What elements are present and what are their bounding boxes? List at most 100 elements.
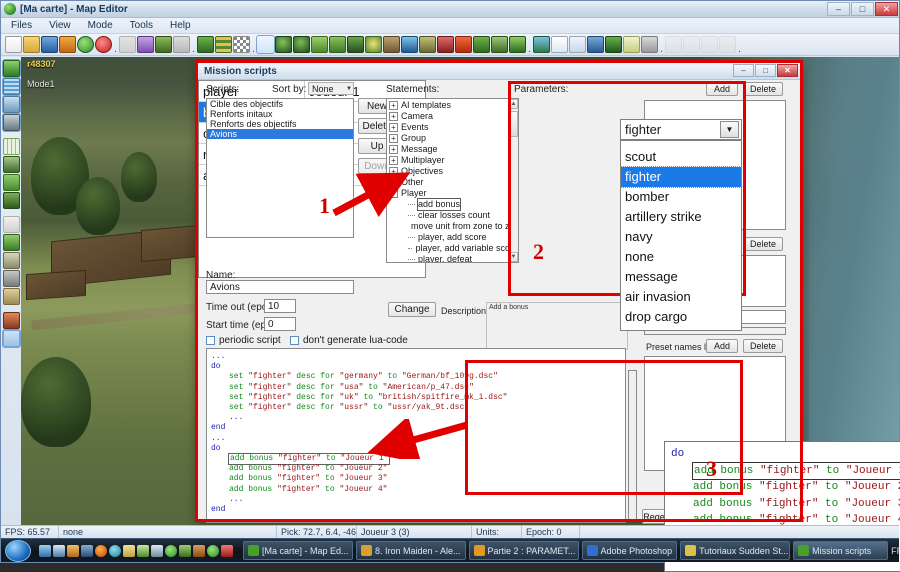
quick-launch[interactable] <box>35 544 237 557</box>
script-vscroll[interactable] <box>628 370 637 522</box>
expand-icon[interactable]: + <box>389 156 398 165</box>
statements-tree[interactable]: + AI templates + Camera + Events + Group + Messag… <box>386 98 519 263</box>
periodic-script-checkbox[interactable]: periodic script <box>206 335 281 346</box>
quicklaunch-app-icon[interactable] <box>81 544 93 557</box>
taskbar-button[interactable]: Adobe Photoshop <box>581 541 678 560</box>
dropdown-option[interactable]: navy <box>621 227 741 247</box>
dropdown-option[interactable]: scout <box>621 147 741 167</box>
script-list-item[interactable]: Renforts des objectifs <box>207 119 353 129</box>
statement-item[interactable]: add bonus <box>389 198 518 211</box>
dropdown-option[interactable]: artillery strike <box>621 207 741 227</box>
water-icon[interactable] <box>401 36 418 53</box>
dropdown-option[interactable]: bomber <box>621 187 741 207</box>
tools-icon[interactable] <box>641 36 658 53</box>
unit-tool-icon[interactable] <box>2 156 20 173</box>
quicklaunch-tool-icon[interactable] <box>193 544 205 557</box>
statements-scrollbar[interactable]: ▲ ▼ <box>508 99 518 262</box>
flower-icon[interactable] <box>365 36 382 53</box>
taskbar-button[interactable]: 8. Iron Maiden - Ale... <box>356 541 466 560</box>
rotate-icon[interactable] <box>137 36 154 53</box>
layers-icon[interactable] <box>533 36 550 53</box>
menu-item-view[interactable]: View <box>49 20 71 31</box>
quicklaunch-browser-icon[interactable] <box>109 544 121 557</box>
fence-icon[interactable] <box>491 36 508 53</box>
statement-group[interactable]: − Player <box>389 188 518 199</box>
statement-group[interactable]: + Events <box>389 122 518 133</box>
taskbar-button[interactable]: [Ma carte] - Map Ed... <box>243 541 353 560</box>
go-icon[interactable] <box>95 36 112 53</box>
quicklaunch-firefox-icon[interactable] <box>95 544 107 557</box>
starttime-input[interactable]: 0 <box>264 317 296 331</box>
window-controls[interactable]: – □ ✕ <box>827 2 898 16</box>
checker-icon[interactable] <box>233 36 250 53</box>
dropdown-option[interactable]: message <box>621 267 741 287</box>
right-add-button[interactable]: Add <box>706 82 738 96</box>
preset-delete-button[interactable]: Delete <box>743 339 783 353</box>
taskbar[interactable]: [Ma carte] - Map Ed... 8. Iron Maiden - A… <box>1 538 900 562</box>
spawn-tool-icon[interactable] <box>2 312 20 329</box>
change-button[interactable]: Change <box>388 302 436 317</box>
start-button-icon[interactable] <box>5 539 31 562</box>
quicklaunch-media-icon[interactable] <box>67 544 79 557</box>
map-green-icon[interactable] <box>197 36 214 53</box>
note-icon[interactable] <box>569 36 586 53</box>
right-delete-button[interactable]: Delete <box>743 82 783 96</box>
rock-icon[interactable] <box>419 36 436 53</box>
menu-item-mode[interactable]: Mode <box>88 20 113 31</box>
right-delete-button-2[interactable]: Delete <box>743 237 783 251</box>
quicklaunch-desktop-icon[interactable] <box>39 544 51 557</box>
script-text-area[interactable]: ... do set "fighter" desc for "germany" to… <box>206 348 626 523</box>
menu-item-files[interactable]: Files <box>11 20 32 31</box>
taskbar-button[interactable]: Mission scripts <box>793 541 889 560</box>
scripts-list[interactable]: Cible des objectifs Renforts initaux Renfo… <box>206 98 354 238</box>
dialog-minimize-button[interactable]: – <box>733 64 754 77</box>
statement-group[interactable]: + Camera <box>389 111 518 122</box>
zone-tool-icon[interactable] <box>2 174 20 191</box>
dropdown-option[interactable]: none <box>621 247 741 267</box>
taskbar-button[interactable]: Partie 2 : PARAMET... <box>468 541 579 560</box>
bonus-dropdown-list[interactable]: scout fighter bomber artillery strike navy no… <box>620 140 742 331</box>
bridge-icon[interactable] <box>383 36 400 53</box>
statement-item[interactable]: clear losses count <box>389 210 518 221</box>
script-icon[interactable] <box>623 36 640 53</box>
statement-item[interactable]: player, add score <box>389 232 518 243</box>
fog-tool-icon[interactable] <box>2 288 20 305</box>
dialog-maximize-button[interactable]: □ <box>755 64 776 77</box>
document-icon[interactable] <box>551 36 568 53</box>
forest-icon[interactable] <box>347 36 364 53</box>
statement-group[interactable]: + Group <box>389 133 518 144</box>
building-icon[interactable] <box>437 36 454 53</box>
home-icon[interactable] <box>59 36 76 53</box>
check-circle-icon[interactable] <box>77 36 94 53</box>
water-tool-icon[interactable] <box>1 77 21 96</box>
statement-item[interactable]: move unit from zone to zone <box>389 221 518 232</box>
script-list-item[interactable]: Avions <box>207 129 353 139</box>
statement-group[interactable]: + AI templates <box>389 100 518 111</box>
terrain-tool-icon[interactable] <box>1 59 21 78</box>
timeout-input[interactable]: 10 <box>264 299 296 313</box>
menu-item-tools[interactable]: Tools <box>130 20 153 31</box>
quicklaunch-sync-icon[interactable] <box>207 544 219 557</box>
expand-icon[interactable]: + <box>389 167 398 176</box>
new-file-icon[interactable] <box>5 36 22 53</box>
label-tool-icon[interactable] <box>2 252 20 269</box>
dialog-close-button[interactable]: ✕ <box>777 64 798 77</box>
no-lua-checkbox[interactable]: don't generate lua-code <box>290 335 408 346</box>
taskbar-button[interactable]: Tutoriaux Sudden St... <box>680 541 791 560</box>
expand-icon[interactable]: + <box>389 123 398 132</box>
expand-icon[interactable]: + <box>389 101 398 110</box>
statement-item[interactable]: player, defeat <box>389 254 518 262</box>
statement-group[interactable]: + Objectives <box>389 166 518 177</box>
quicklaunch-red-icon[interactable] <box>221 544 233 557</box>
statement-item[interactable]: player, add variable score <box>389 243 518 254</box>
terrain-brush-icon[interactable] <box>155 36 172 53</box>
scroll-down-icon[interactable]: ▼ <box>509 252 518 262</box>
tree-icon-1[interactable] <box>275 36 292 53</box>
collapse-icon[interactable]: − <box>389 189 398 198</box>
object-icon[interactable] <box>473 36 490 53</box>
hill-icon[interactable] <box>173 36 190 53</box>
quicklaunch-notes-icon[interactable] <box>123 544 135 557</box>
taskbar-buttons[interactable]: [Ma carte] - Map Ed... 8. Iron Maiden - A… <box>243 541 891 560</box>
path-tool-icon[interactable] <box>2 216 20 233</box>
expand-icon[interactable]: + <box>389 134 398 143</box>
